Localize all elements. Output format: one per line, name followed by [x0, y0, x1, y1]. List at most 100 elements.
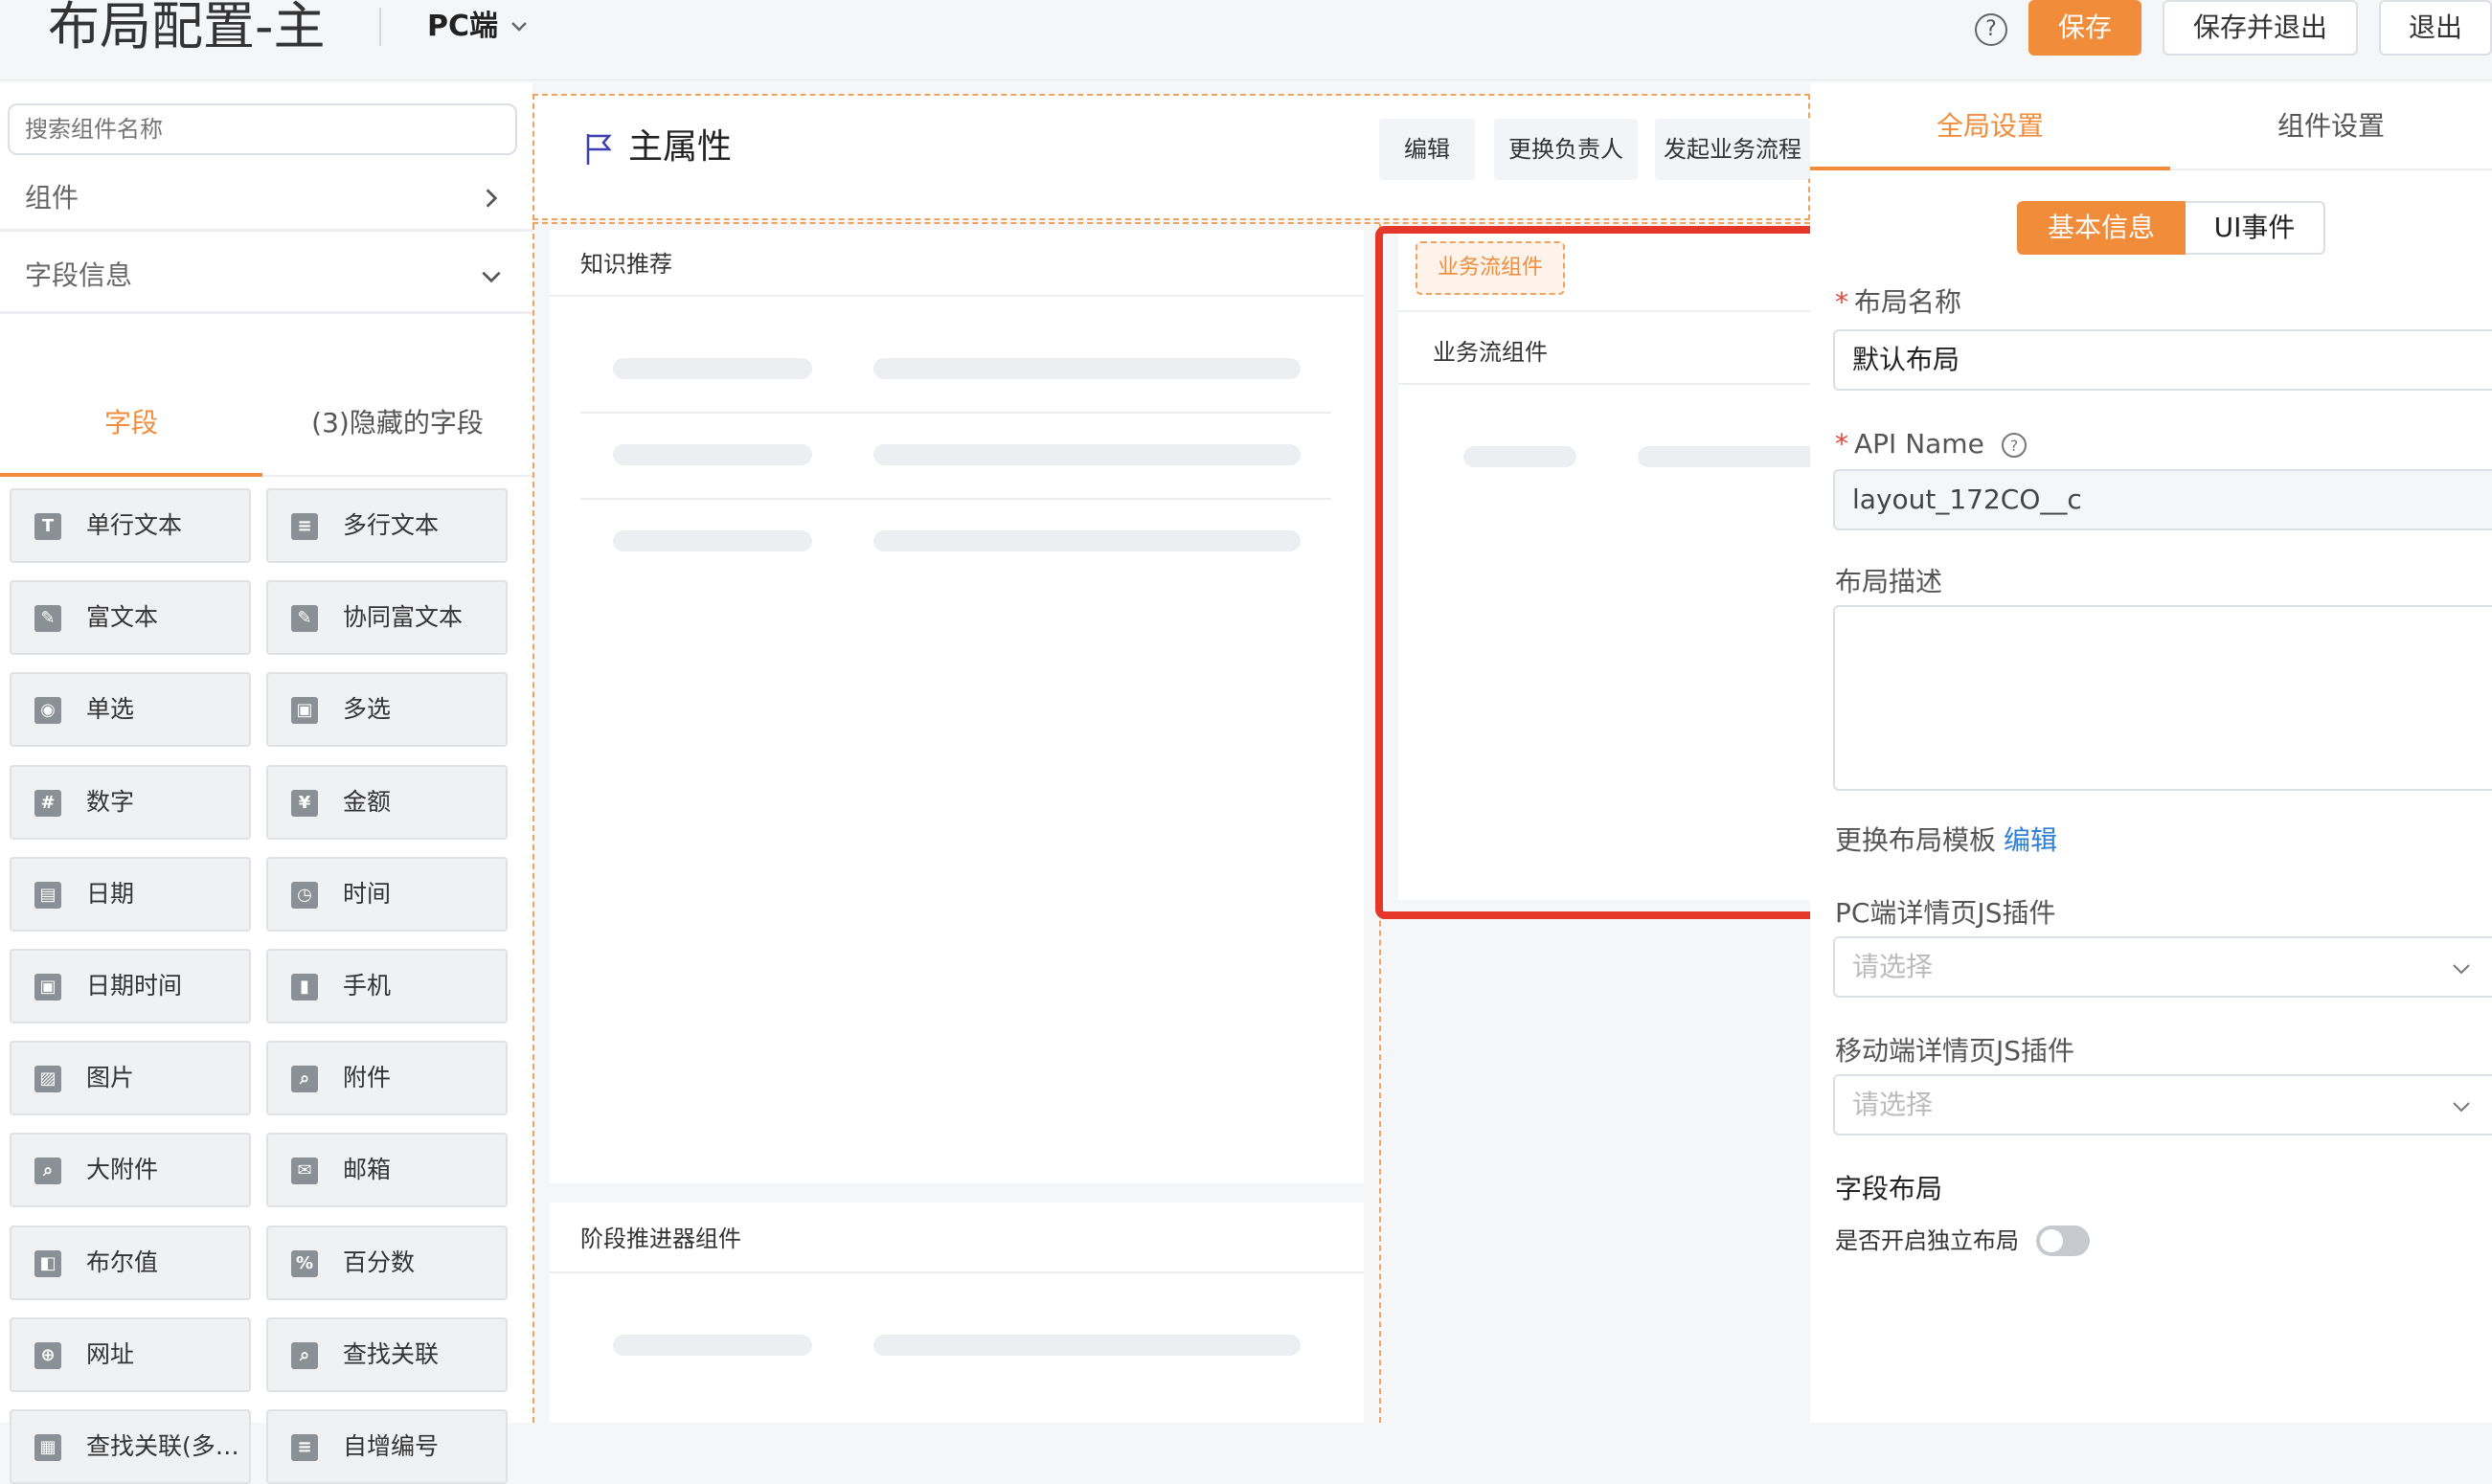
change-template-edit-link[interactable]: 编辑: [2004, 824, 2057, 856]
field-layout-heading: 字段布局: [1835, 1173, 1943, 1204]
change-owner-button[interactable]: 更换负责人: [1494, 119, 1638, 180]
skeleton-bar: [873, 530, 1301, 551]
field-type-item[interactable]: ◷ 时间: [266, 856, 508, 932]
field-type-item[interactable]: ✉ 邮箱: [266, 1133, 508, 1208]
stage-panel-title: 阶段推进器组件: [580, 1225, 741, 1252]
save-button[interactable]: 保存: [2028, 0, 2141, 56]
flag-icon: [586, 134, 612, 165]
pc-js-plugin-select[interactable]: 请选择: [1833, 936, 2492, 998]
field-type-label: 日期: [86, 879, 135, 908]
tab-fields[interactable]: 字段: [0, 370, 262, 477]
required-mark: *: [1835, 286, 1848, 318]
change-template-row: 更换布局模板 编辑: [1835, 821, 2057, 860]
chevron-down-icon: [2453, 964, 2470, 975]
mobile-js-plugin-select[interactable]: 请选择: [1833, 1074, 2492, 1135]
layout-name-field[interactable]: 默认布局: [1833, 329, 2492, 391]
top-bar: 布局配置-主 PC端 ? 保存 保存并退出 退出: [0, 0, 2492, 80]
skeleton-bar: [613, 530, 812, 551]
mobile-js-plugin-label: 移动端详情页JS插件: [1835, 1035, 2075, 1067]
tab-hidden-fields[interactable]: (3)隐藏的字段: [262, 370, 532, 477]
field-type-item[interactable]: ▤ 日期: [10, 856, 251, 932]
field-type-label: 大附件: [86, 1156, 159, 1184]
field-type-icon: ⊕: [34, 1341, 61, 1369]
api-name-field[interactable]: layout_172CO__c: [1833, 469, 2492, 530]
field-type-label: 邮箱: [343, 1156, 392, 1184]
field-type-item[interactable]: % 百分数: [266, 1225, 508, 1300]
field-type-item[interactable]: T 单行文本: [10, 488, 251, 563]
chevron-down-icon[interactable]: [508, 15, 531, 38]
skeleton-bar: [613, 1335, 812, 1356]
field-type-icon: ▣: [34, 974, 61, 1001]
components-section[interactable]: 组件: [0, 165, 532, 232]
field-type-label: 时间: [343, 879, 392, 908]
exit-button[interactable]: 退出: [2379, 0, 2492, 56]
field-type-item[interactable]: ✎ 协同富文本: [266, 580, 508, 656]
tab-ui-events[interactable]: UI事件: [2186, 201, 2325, 255]
pc-js-plugin-label: PC端详情页JS插件: [1835, 897, 2056, 929]
field-type-item[interactable]: ≡ 多行文本: [266, 488, 508, 563]
field-type-item[interactable]: ▣ 日期时间: [10, 949, 251, 1023]
field-type-item[interactable]: ≡ 自增编号: [266, 1409, 508, 1484]
field-type-item[interactable]: ⌕ 大附件: [10, 1133, 251, 1208]
tab-global-settings[interactable]: 全局设置: [1810, 82, 2170, 170]
field-type-icon: ◷: [291, 881, 318, 909]
help-icon[interactable]: ?: [2001, 432, 2028, 459]
field-type-item[interactable]: ◧ 布尔值: [10, 1225, 251, 1300]
field-type-label: 自增编号: [343, 1432, 440, 1460]
divider: [550, 295, 1364, 297]
skeleton-bar: [873, 444, 1301, 465]
field-type-icon: ◉: [34, 697, 61, 725]
field-type-icon: %: [291, 1249, 318, 1277]
field-type-label: 查找关联(多…: [86, 1432, 239, 1460]
field-type-item[interactable]: ▨ 图片: [10, 1041, 251, 1116]
field-type-icon: ✎: [291, 605, 318, 633]
field-type-icon: T: [34, 513, 61, 540]
divider: [580, 498, 1331, 500]
field-type-icon: ≡: [291, 1434, 318, 1461]
field-type-item[interactable]: ⌕ 附件: [266, 1041, 508, 1116]
field-type-item[interactable]: # 数字: [10, 764, 251, 840]
tab-component-settings[interactable]: 组件设置: [2170, 82, 2492, 170]
device-selector[interactable]: PC端: [427, 8, 498, 46]
search-input[interactable]: [8, 103, 517, 155]
help-icon[interactable]: ?: [1975, 13, 2007, 46]
layout-name-label: * 布局名称: [1835, 283, 1961, 322]
save-and-exit-button[interactable]: 保存并退出: [2163, 0, 2358, 56]
field-type-icon: #: [34, 789, 61, 817]
field-type-item[interactable]: ¥ 金额: [266, 764, 508, 840]
skeleton-bar: [613, 358, 812, 379]
field-type-icon: ⌕: [34, 1158, 61, 1185]
component-sidebar: 组件 字段信息 字段 (3)隐藏的字段 T 单行文本 ≡ 多行文本 ✎ 富文本 ✎ 协同富文本…: [0, 82, 532, 1484]
field-type-label: 网址: [86, 1339, 135, 1368]
divider: [550, 1271, 1364, 1273]
layout-description-field[interactable]: [1833, 605, 2492, 791]
knowledge-panel-title: 知识推荐: [580, 251, 672, 278]
change-template-label: 更换布局模板: [1835, 824, 1997, 856]
field-type-icon: ✎: [34, 605, 61, 633]
required-mark: *: [1835, 428, 1848, 460]
main-attributes-title: 主属性: [628, 127, 733, 167]
tab-basic-info[interactable]: 基本信息: [2017, 201, 2186, 255]
field-type-item[interactable]: ✎ 富文本: [10, 580, 251, 656]
field-type-item[interactable]: ◉ 单选: [10, 672, 251, 748]
edit-button[interactable]: 编辑: [1379, 119, 1475, 180]
field-info-section[interactable]: 字段信息: [0, 237, 532, 314]
field-type-icon: ¥: [291, 789, 318, 817]
field-type-item[interactable]: ▮ 手机: [266, 949, 508, 1023]
field-type-item[interactable]: ▣ 多选: [266, 672, 508, 748]
start-flow-button[interactable]: 发起业务流程: [1655, 119, 1810, 180]
field-type-item[interactable]: ▦ 查找关联(多…: [10, 1409, 251, 1484]
drop-zone-border: [532, 224, 534, 1423]
layout-description-label: 布局描述: [1835, 566, 1943, 597]
field-type-item[interactable]: ⌕ 查找关联: [266, 1316, 508, 1392]
independent-layout-label: 是否开启独立布局: [1835, 1227, 2019, 1254]
field-type-label: 单选: [86, 695, 135, 724]
page-title: 布局配置-主: [48, 0, 326, 56]
field-type-icon: ◧: [34, 1249, 61, 1277]
field-type-item[interactable]: ⊕ 网址: [10, 1316, 251, 1392]
field-type-label: 手机: [343, 972, 392, 1000]
highlight-box: [1375, 226, 1825, 919]
field-type-label: 查找关联: [343, 1339, 440, 1368]
svg-text:?: ?: [2009, 437, 2018, 455]
skeleton-bar: [873, 358, 1301, 379]
